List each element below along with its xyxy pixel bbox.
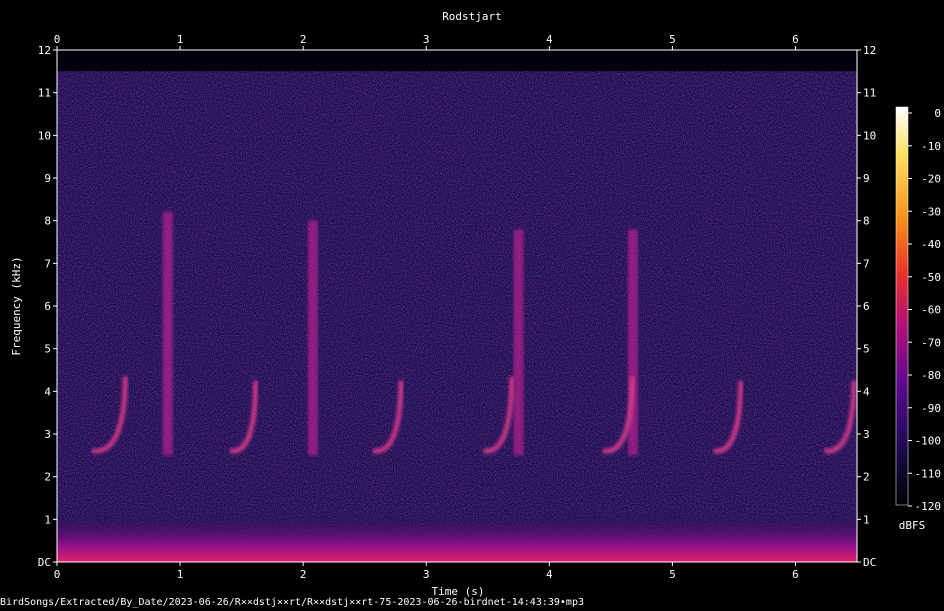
- noise-texture: [57, 71, 857, 562]
- x-tick-label-bottom: 3: [423, 568, 430, 581]
- low-frequency-band: [57, 510, 857, 562]
- y-tick-label-left: 3: [44, 428, 51, 441]
- x-tick-label-bottom: 6: [792, 568, 799, 581]
- broadband-column: [513, 229, 524, 456]
- y-tick-label-right: 8: [863, 215, 870, 228]
- y-tick-label-right: 3: [863, 428, 870, 441]
- y-tick-label-left: 8: [44, 215, 51, 228]
- x-tick-label-top: 0: [54, 33, 61, 46]
- x-tick-label-top: 4: [546, 33, 553, 46]
- broadband-column: [162, 212, 173, 456]
- y-tick-label-right: 4: [863, 385, 870, 398]
- colorbar-tick-label: -30: [921, 205, 941, 218]
- chart-title: Rodstjart: [442, 10, 502, 23]
- x-tick-label-top: 3: [423, 33, 430, 46]
- y-tick-label-left: 12: [38, 44, 51, 57]
- y-axis-label: Frequency (kHz): [10, 256, 23, 355]
- y-tick-label-left: 6: [44, 300, 51, 313]
- colorbar-gradient: [895, 106, 909, 506]
- colorbar-tick-label: -120: [915, 500, 942, 513]
- x-tick-label-bottom: 5: [669, 568, 676, 581]
- y-tick-label-left: 1: [44, 513, 51, 526]
- file-path-footer: BirdSongs/Extracted/By_Date/2023-06-26/R…: [0, 597, 584, 608]
- colorbar-tick-label: -100: [915, 435, 942, 448]
- broadband-column: [308, 220, 318, 456]
- spectrogram-figure: Rodstjart 0123456 0123456 DC123456789101…: [10, 10, 941, 598]
- y-tick-label-right: DC: [863, 556, 876, 569]
- colorbar-ticks: 0 -10 -20 -30 -40 -50 -60 -70 -80 -90 -100 -110 -120: [908, 107, 941, 513]
- x-axis-top: 0 1 2 3 4 5 6: [54, 33, 799, 50]
- colorbar-unit: dBFS: [899, 519, 926, 532]
- x-tick-label-top: 1: [177, 33, 184, 46]
- colorbar-tick-label: -90: [921, 402, 941, 415]
- y-tick-label-right: 2: [863, 471, 870, 484]
- y-tick-label-right: 11: [863, 87, 876, 100]
- y-tick-label-right: 6: [863, 300, 870, 313]
- y-tick-label-left: 4: [44, 385, 51, 398]
- y-axis-right: DC123456789101112: [857, 44, 876, 569]
- colorbar: 0 -10 -20 -30 -40 -50 -60 -70 -80 -90 -100 -110 -120…: [895, 106, 941, 532]
- colorbar-tick-label: 0: [934, 107, 941, 120]
- y-tick-label-left: 9: [44, 172, 51, 185]
- colorbar-tick-label: -10: [921, 140, 941, 153]
- x-tick-label-top: 2: [300, 33, 307, 46]
- x-axis-bottom: 0 1 2 3 4 5 6: [54, 562, 799, 581]
- colorbar-tick-label: -60: [921, 304, 941, 317]
- y-tick-label-left: 5: [44, 343, 51, 356]
- colorbar-tick-label: -80: [921, 369, 941, 382]
- y-tick-label-right: 10: [863, 129, 876, 142]
- x-tick-label-top: 6: [792, 33, 799, 46]
- y-tick-label-right: 7: [863, 257, 870, 270]
- y-tick-label-left: 11: [38, 87, 51, 100]
- colorbar-tick-label: -50: [921, 271, 941, 284]
- colorbar-tick-label: -20: [921, 173, 941, 186]
- colorbar-tick-label: -70: [921, 336, 941, 349]
- x-tick-label-bottom: 0: [54, 568, 61, 581]
- x-tick-label-top: 5: [669, 33, 676, 46]
- plot-area: [56, 49, 858, 563]
- y-tick-label-right: 12: [863, 44, 876, 57]
- x-tick-label-bottom: 1: [177, 568, 184, 581]
- y-tick-label-left: 7: [44, 257, 51, 270]
- y-axis-left: DC123456789101112: [38, 44, 57, 569]
- y-tick-label-right: 1: [863, 513, 870, 526]
- x-tick-label-bottom: 2: [300, 568, 307, 581]
- y-tick-label-left: DC: [38, 556, 51, 569]
- y-tick-label-right: 5: [863, 343, 870, 356]
- y-tick-label-left: 2: [44, 471, 51, 484]
- x-tick-label-bottom: 4: [546, 568, 553, 581]
- y-tick-label-right: 9: [863, 172, 870, 185]
- colorbar-tick-label: -110: [915, 467, 942, 480]
- y-tick-label-left: 10: [38, 129, 51, 142]
- colorbar-tick-label: -40: [921, 238, 941, 251]
